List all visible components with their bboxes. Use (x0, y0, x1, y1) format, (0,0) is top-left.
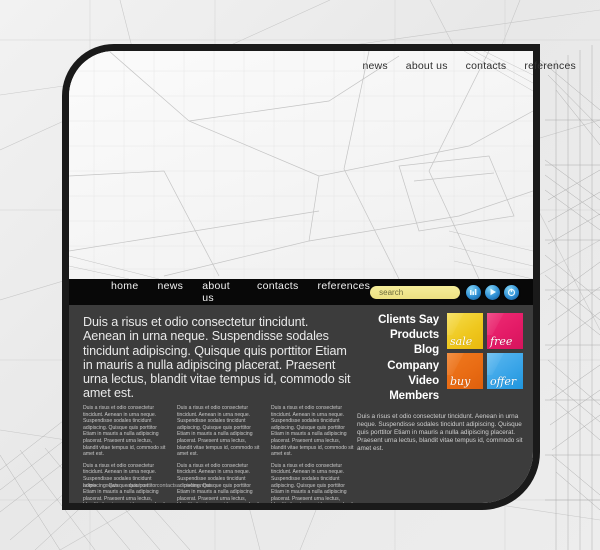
search-placeholder: search (379, 287, 404, 297)
footer-item-references[interactable]: references (186, 483, 211, 489)
site-frame: home news about us contacts references s… (62, 44, 540, 510)
refresh-icon[interactable] (504, 284, 519, 300)
promo-tile-label: buy (450, 375, 471, 388)
page-headline: Duis a risus et odio consectetur tincidu… (83, 315, 351, 401)
search-input[interactable]: search (370, 285, 460, 299)
text-column-1: Duis a risus et odio consectetur tincidu… (83, 405, 168, 503)
footer-nav: home news about us contacts references (83, 483, 211, 489)
sidebar-item-company[interactable]: Company (357, 359, 439, 374)
text-column-3: Duis a risus et odio consectetur tincidu… (271, 405, 356, 503)
main-nav: home news about us contacts references (111, 280, 370, 304)
main-nav-item-references[interactable]: references (318, 280, 371, 304)
text-column-2: Duis a risus et odio consectetur tincidu… (177, 405, 262, 503)
sidebar-item-blog[interactable]: Blog (357, 343, 439, 358)
top-nav: news about us contacts references (362, 60, 576, 72)
promo-tile-sale[interactable]: sale (447, 313, 483, 349)
promo-tile-offer[interactable]: offer (487, 353, 523, 389)
promo-tile-label: free (490, 335, 513, 348)
sidebar-item-members[interactable]: Members (357, 389, 439, 404)
promo-tile-label: sale (450, 335, 473, 348)
tile-glare (447, 353, 483, 375)
flickr-glyph (469, 288, 476, 295)
main-nav-item-news[interactable]: news (157, 280, 183, 304)
promo-tile-buy[interactable]: buy (447, 353, 483, 389)
main-nav-item-about-us[interactable]: about us (202, 280, 238, 304)
main-nav-item-home[interactable]: home (111, 280, 138, 304)
main-nav-item-contacts[interactable]: contacts (257, 280, 299, 304)
top-nav-item-references[interactable]: references (524, 60, 576, 72)
promo-tile-label: offer (490, 375, 517, 388)
play-icon[interactable] (485, 284, 500, 300)
footer-item-home[interactable]: home (83, 483, 97, 489)
tile-glare (487, 313, 523, 335)
top-nav-item-news[interactable]: news (362, 60, 387, 72)
tile-glare (447, 313, 483, 335)
sidebar-item-clients-say[interactable]: Clients Say (357, 313, 439, 328)
tile-glare (487, 353, 523, 375)
top-nav-item-contacts[interactable]: contacts (466, 60, 507, 72)
footer-item-contacts[interactable]: contacts (157, 483, 177, 489)
main-menu-bar: home news about us contacts references s… (69, 279, 533, 305)
sidebar-menu: Clients Say Products Blog Company Video … (357, 313, 439, 404)
paragraph: Duis a risus et odio consectetur tincidu… (83, 405, 166, 458)
hero-wireframe-art (69, 51, 533, 279)
paragraph: Duis a risus et odio consectetur tincidu… (271, 405, 354, 458)
hero-image (69, 51, 533, 279)
paragraph: Duis a risus et odio consectetur tincidu… (177, 405, 260, 458)
sidebar-paragraph: Duis a risus et odio consectetur tincidu… (357, 413, 523, 452)
play-glyph (490, 288, 496, 296)
flickr-icon[interactable] (466, 284, 481, 300)
content-panel-bottom (69, 503, 533, 510)
footer-item-about-us[interactable]: about us (127, 483, 148, 489)
social-icons (466, 284, 519, 300)
sidebar-item-products[interactable]: Products (357, 328, 439, 343)
top-nav-item-about-us[interactable]: about us (406, 60, 448, 72)
promo-tiles: sale free buy offer (447, 313, 523, 389)
sidebar-item-video[interactable]: Video (357, 374, 439, 389)
content-panel: Duis a risus et odio consectetur tincidu… (69, 305, 533, 503)
footer-item-news[interactable]: news (106, 483, 119, 489)
refresh-glyph (507, 288, 516, 296)
promo-tile-free[interactable]: free (487, 313, 523, 349)
